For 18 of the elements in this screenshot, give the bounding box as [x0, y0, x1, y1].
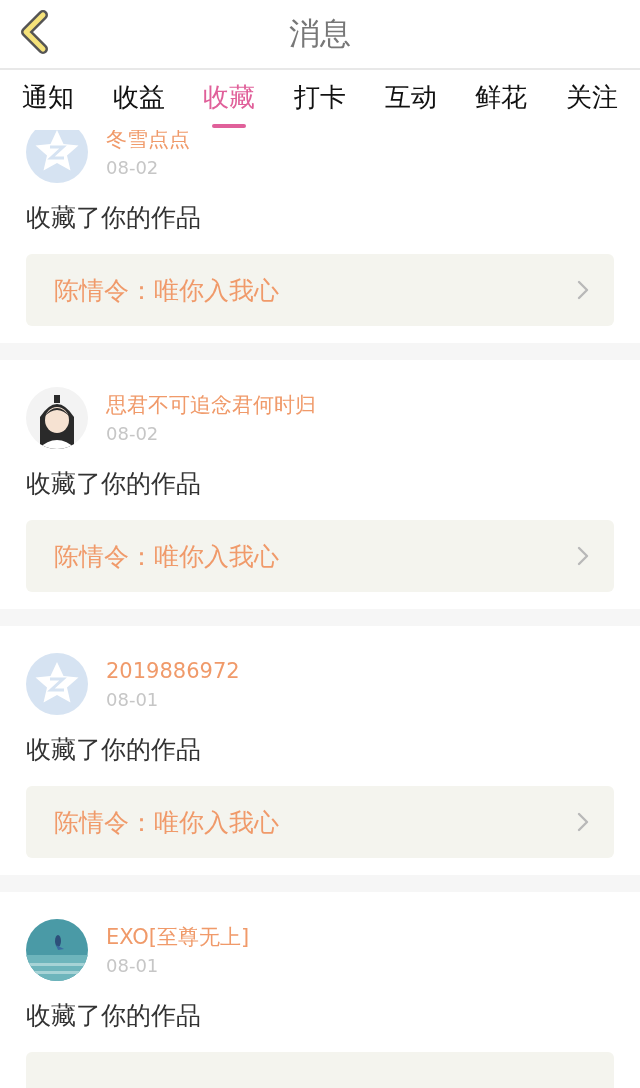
user-name: EXO[至尊无上]	[106, 924, 250, 951]
tab[interactable]: 通知	[10, 70, 86, 130]
message-date: 08-01	[106, 688, 160, 712]
message-date: 08-02	[106, 422, 160, 446]
tab[interactable]: 收益	[100, 70, 177, 130]
tab[interactable]: 鲜花	[463, 70, 540, 130]
message-text: 收藏了你的作品	[26, 202, 202, 234]
message-text: 收藏了你的作品	[26, 1000, 202, 1032]
page-title: 消息	[289, 14, 351, 53]
tab[interactable]: 互动	[372, 70, 449, 130]
message-date: 08-02	[106, 156, 160, 180]
user-name: 2019886972	[106, 658, 240, 685]
message-text: 收藏了你的作品	[26, 468, 202, 500]
tab[interactable]: 打卡	[281, 70, 358, 130]
message-text: 收藏了你的作品	[26, 734, 202, 766]
message-date: 08-01	[106, 954, 160, 978]
user-name: 思君不可追念君何时归	[106, 392, 316, 419]
tab[interactable]: 关注	[553, 70, 630, 130]
